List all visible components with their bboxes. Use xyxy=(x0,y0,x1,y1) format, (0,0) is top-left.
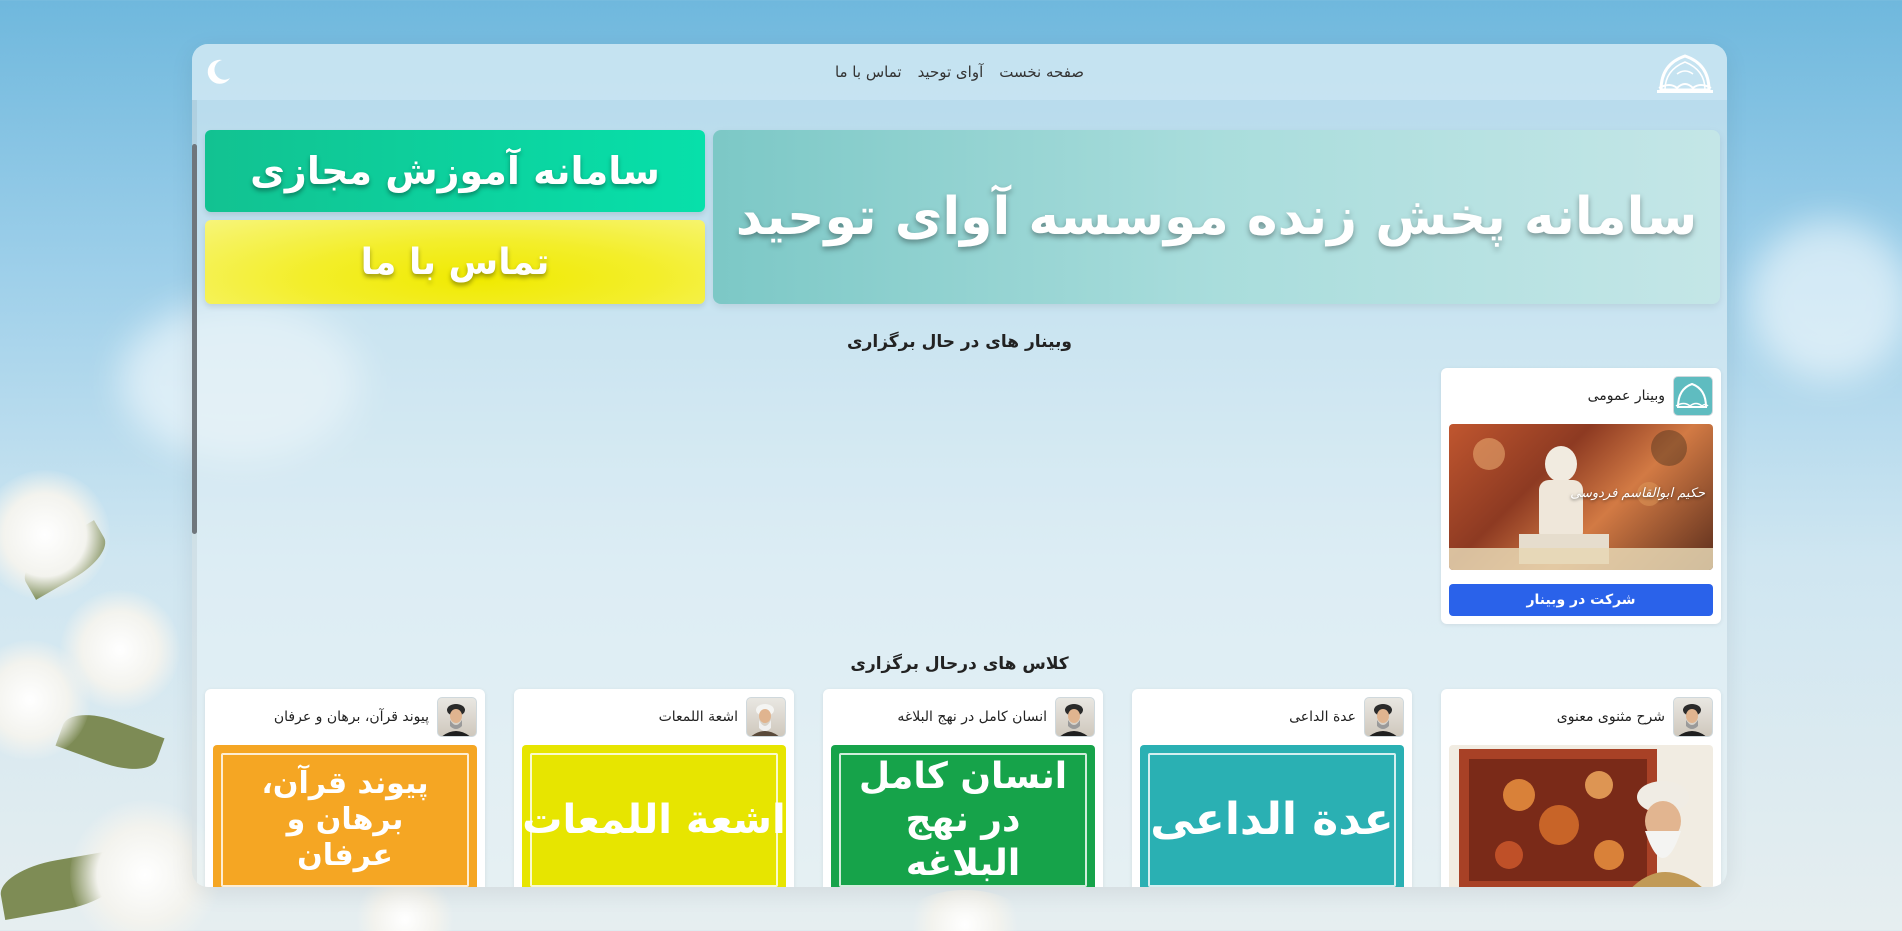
class-title: شرح مثنوی معنوی xyxy=(1556,709,1665,725)
join-webinar-button[interactable]: شرکت در وبینار xyxy=(1449,584,1713,616)
class-title: عدة الداعی xyxy=(1289,709,1356,725)
webinars-section-title: وبینار های در حال برگزاری xyxy=(847,332,1072,352)
class-thumbnail-text: انسان کامل در نهج البلاغه xyxy=(858,756,1068,884)
teacher-avatar xyxy=(1364,697,1404,737)
webinar-thumbnail-caption: حکیم ابوالقاسم فردوسی xyxy=(1570,486,1705,501)
webinar-logo-icon xyxy=(1673,376,1713,416)
class-thumbnail-text: اشعة اللمعات xyxy=(522,797,786,843)
class-thumbnail[interactable]: انسان کامل در نهج البلاغه xyxy=(831,745,1095,887)
class-title: انسان کامل در نهج البلاغه xyxy=(897,709,1047,725)
class-thumbnail-text: پیوند قرآن، برهان و عرفان xyxy=(261,766,429,873)
class-thumbnail-text: عدة الداعی xyxy=(1150,793,1394,845)
hero-title: سامانه پخش زنده موسسه آوای توحید xyxy=(735,187,1698,247)
class-title: پیوند قرآن، برهان و عرفان xyxy=(273,709,429,725)
webinar-card: وبینار عمومی حکیم ابوالقاسم فردوسی شرکت … xyxy=(1441,368,1721,624)
class-card: پیوند قرآن، برهان و عرفان پیوند قرآن، بر… xyxy=(205,689,485,887)
top-navbar: صفحه نخست آوای توحید تماس با ما xyxy=(192,44,1727,100)
main-nav: صفحه نخست آوای توحید تماس با ما xyxy=(835,63,1084,81)
class-thumbnail[interactable]: پیوند قرآن، برهان و عرفان xyxy=(213,745,477,887)
main-frame: صفحه نخست آوای توحید تماس با ما سامانه پ… xyxy=(192,44,1727,887)
class-thumbnail[interactable]: عدة الداعی xyxy=(1140,745,1404,887)
moon-icon[interactable] xyxy=(202,56,234,88)
webinar-title: وبینار عمومی xyxy=(1587,388,1665,404)
institute-logo-icon[interactable] xyxy=(1655,50,1715,96)
class-card: اشعة اللمعات اشعة اللمعات xyxy=(514,689,794,887)
teacher-avatar xyxy=(1673,697,1713,737)
nav-item-home[interactable]: صفحه نخست xyxy=(999,63,1084,81)
class-thumbnail[interactable] xyxy=(1449,745,1713,887)
class-card: شرح مثنوی معنوی xyxy=(1441,689,1721,887)
webinar-card-header: وبینار عمومی xyxy=(1588,376,1713,416)
scrollbar[interactable] xyxy=(192,100,197,887)
hero-banner: سامانه پخش زنده موسسه آوای توحید xyxy=(713,130,1720,304)
virtual-education-button[interactable]: سامانه آموزش مجازی xyxy=(205,130,705,212)
class-card: انسان کامل در نهج البلاغه انسان کامل در … xyxy=(823,689,1103,887)
contact-us-button[interactable]: تماس با ما xyxy=(205,220,705,304)
teacher-avatar xyxy=(437,697,477,737)
teacher-avatar xyxy=(1055,697,1095,737)
nav-item-avaye-tohid[interactable]: آوای توحید xyxy=(918,63,984,81)
webinar-thumbnail[interactable]: حکیم ابوالقاسم فردوسی xyxy=(1449,424,1713,570)
class-thumbnail[interactable]: اشعة اللمعات xyxy=(522,745,786,887)
class-title: اشعة اللمعات xyxy=(658,709,738,725)
classes-section-title: کلاس های درحال برگزاری xyxy=(850,654,1069,674)
nav-item-contact[interactable]: تماس با ما xyxy=(835,63,902,81)
class-card: عدة الداعی عدة الداعی xyxy=(1132,689,1412,887)
teacher-avatar xyxy=(746,697,786,737)
